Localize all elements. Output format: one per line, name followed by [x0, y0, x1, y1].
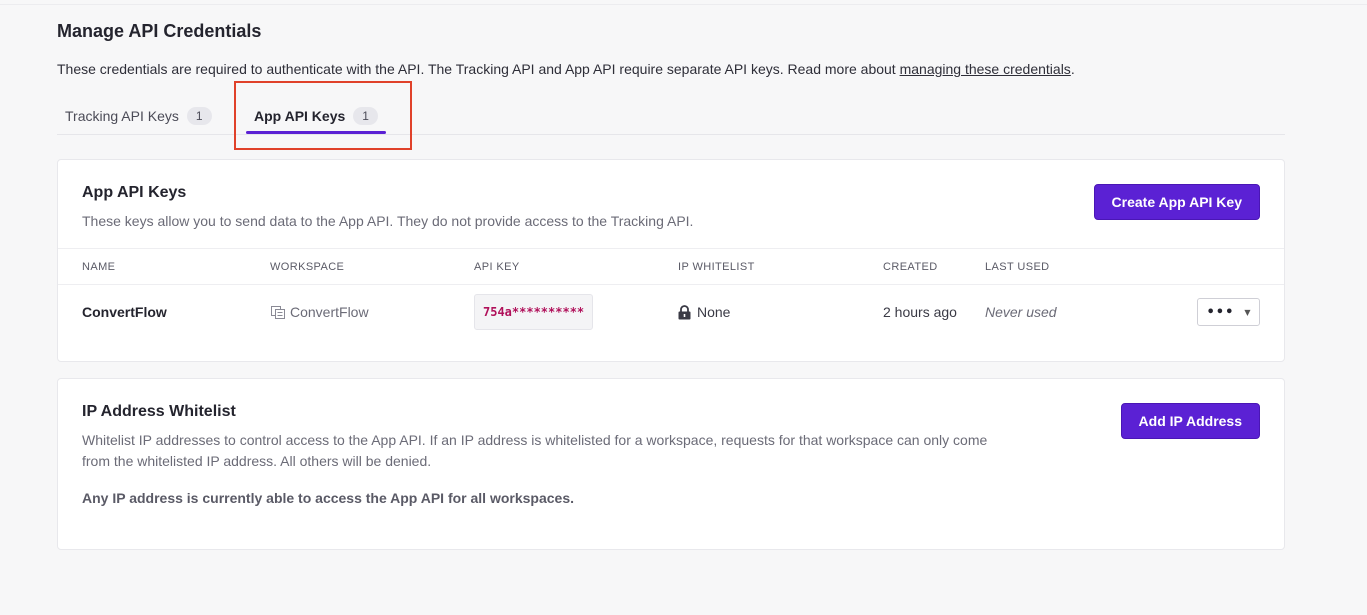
card-title: IP Address Whitelist: [82, 403, 236, 420]
api-key-value[interactable]: 754a**********: [474, 294, 594, 330]
workspace-icon: [271, 306, 285, 319]
table-row: ConvertFlow ConvertFlow 754a********** N…: [58, 286, 1284, 338]
row-actions-dropdown[interactable]: ••• ▼: [1197, 298, 1260, 326]
workspace-name: ConvertFlow: [290, 304, 369, 320]
workspace-cell: ConvertFlow: [270, 286, 369, 338]
tab-tracking-api-keys[interactable]: Tracking API Keys 1: [65, 96, 212, 135]
ip-whitelist-cell: None: [678, 286, 730, 338]
active-tab-indicator: [246, 131, 386, 134]
tab-count-badge: 1: [353, 106, 378, 125]
add-ip-address-button[interactable]: Add IP Address: [1120, 403, 1260, 439]
managing-credentials-link[interactable]: managing these credentials: [900, 61, 1071, 77]
ip-whitelist-value: None: [697, 304, 731, 320]
key-name: ConvertFlow: [82, 304, 167, 320]
credential-tabs: Tracking API Keys 1 App API Keys 1: [57, 96, 1285, 135]
last-used-value: Never used: [985, 304, 1057, 320]
column-header-ip-whitelist: IP WHITELIST: [678, 261, 755, 273]
intro-text-end: .: [1070, 61, 1075, 77]
create-app-api-key-button[interactable]: Create App API Key: [1093, 184, 1260, 220]
column-header-api-key: API KEY: [474, 261, 520, 273]
tab-count-badge: 1: [186, 106, 212, 125]
app-api-keys-card: App API Keys These keys allow you to sen…: [57, 159, 1285, 362]
tab-app-api-keys[interactable]: App API Keys 1: [246, 96, 386, 135]
tab-label: Tracking API Keys: [65, 107, 179, 124]
card-description-line-1: Whitelist IP addresses to control access…: [82, 432, 988, 448]
table-header: NAME WORKSPACE API KEY IP WHITELIST CREA…: [58, 248, 1284, 285]
lock-icon: [678, 304, 691, 319]
more-options-icon: •••: [1206, 304, 1235, 320]
caret-down-icon: ▼: [1244, 307, 1251, 317]
created-value: 2 hours ago: [883, 304, 957, 320]
column-header-workspace: WORKSPACE: [270, 261, 345, 273]
top-divider: [0, 4, 1367, 5]
tab-label: App API Keys: [254, 107, 346, 124]
page-title: Manage API Credentials: [57, 21, 262, 41]
column-header-last-used: LAST USED: [985, 261, 1050, 273]
card-title: App API Keys: [82, 184, 187, 201]
card-description-line-2: from the whitelisted IP address. All oth…: [82, 453, 432, 469]
column-header-name: NAME: [82, 261, 116, 273]
card-description: These keys allow you to send data to the…: [82, 213, 694, 229]
column-header-created: CREATED: [883, 261, 938, 273]
ip-whitelist-card: IP Address Whitelist Whitelist IP addres…: [57, 378, 1285, 550]
intro-text-body: These credentials are required to authen…: [57, 61, 900, 77]
whitelist-status-note: Any IP address is currently able to acce…: [82, 490, 575, 506]
intro-text: These credentials are required to authen…: [57, 61, 1075, 77]
api-key-cell: 754a**********: [474, 286, 594, 338]
